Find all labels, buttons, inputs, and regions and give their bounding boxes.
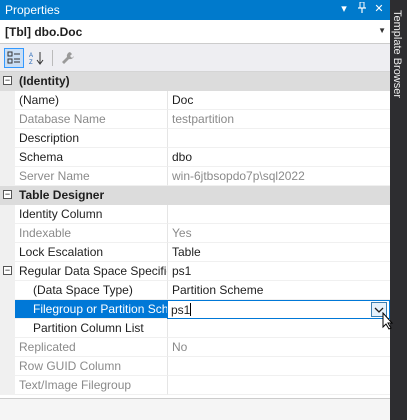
property-indexable-value: Yes xyxy=(167,224,390,243)
property-text-image-filegroup-label: Text/Image Filegroup xyxy=(15,376,167,395)
template-browser-label: Template Browser xyxy=(391,10,403,99)
chevron-down-icon[interactable]: ▼ xyxy=(378,26,386,35)
property-lock-escalation-value[interactable]: Table xyxy=(167,243,390,262)
property-row-partition-column-list[interactable]: Partition Column List xyxy=(0,319,390,338)
property-row-lock-escalation[interactable]: Lock Escalation Table xyxy=(0,243,390,262)
alphabetical-view-button[interactable]: A Z xyxy=(27,48,47,68)
property-identity-column-label: Identity Column xyxy=(15,205,167,224)
property-server-name-label: Server Name xyxy=(15,167,167,186)
properties-toolbar: A Z xyxy=(0,44,390,72)
property-regular-data-space-label: Regular Data Space Specificati xyxy=(15,262,167,281)
window-position-dropdown-icon[interactable]: ▾ xyxy=(337,2,351,15)
category-label: Table Designer xyxy=(19,188,105,202)
property-row-indexable[interactable]: Indexable Yes xyxy=(0,224,390,243)
property-row-database-name[interactable]: Database Name testpartition xyxy=(0,110,390,129)
properties-title-bar: Properties ▾ ✕ xyxy=(0,0,390,20)
property-replicated-label: Replicated xyxy=(15,338,167,357)
property-regular-data-space-value[interactable]: ps1 xyxy=(167,262,390,281)
property-partition-column-list-value[interactable] xyxy=(167,319,390,338)
property-name-value[interactable]: Doc xyxy=(167,91,390,110)
property-data-space-type-value[interactable]: Partition Scheme xyxy=(167,281,390,300)
categorized-view-button[interactable] xyxy=(4,48,24,68)
property-identity-column-value[interactable] xyxy=(167,205,390,224)
category-identity[interactable]: − (Identity) xyxy=(0,72,390,91)
property-row-guid-column-value xyxy=(167,357,390,376)
property-row-server-name[interactable]: Server Name win-6jtbsopdo7p\sql2022 xyxy=(0,167,390,186)
property-text-image-filegroup-value xyxy=(167,376,390,395)
property-name-label: (Name) xyxy=(15,91,167,110)
property-description-value[interactable] xyxy=(167,129,390,148)
property-indexable-label: Indexable xyxy=(15,224,167,243)
category-label: (Identity) xyxy=(19,74,70,88)
wrench-icon xyxy=(62,52,74,64)
property-row-data-space-type[interactable]: (Data Space Type) Partition Scheme xyxy=(0,281,390,300)
description-pane xyxy=(0,398,390,420)
collapse-icon[interactable]: − xyxy=(3,266,12,275)
toolbar-separator xyxy=(52,50,53,66)
property-row-description[interactable]: Description xyxy=(0,129,390,148)
property-pages-button[interactable] xyxy=(58,48,78,68)
close-icon[interactable]: ✕ xyxy=(372,2,386,15)
property-row-name[interactable]: (Name) Doc xyxy=(0,91,390,110)
collapse-icon[interactable]: − xyxy=(3,190,12,199)
property-row-filegroup-partition[interactable]: Filegroup or Partition Sch ps1 xyxy=(0,300,390,319)
property-row-guid-column-label: Row GUID Column xyxy=(15,357,167,376)
property-schema-label: Schema xyxy=(15,148,167,167)
property-row-regular-data-space[interactable]: − Regular Data Space Specificati ps1 xyxy=(0,262,390,281)
property-database-name-value: testpartition xyxy=(167,110,390,129)
filegroup-partition-input[interactable]: ps1 xyxy=(171,303,192,317)
object-selector-dropdown[interactable]: [Tbl] dbo.Doc ▼ xyxy=(0,20,390,44)
collapse-icon[interactable]: − xyxy=(3,76,12,85)
property-replicated-value: No xyxy=(167,338,390,357)
property-database-name-label: Database Name xyxy=(15,110,167,129)
property-row-text-image-filegroup[interactable]: Text/Image Filegroup xyxy=(0,376,390,395)
property-row-schema[interactable]: Schema dbo xyxy=(0,148,390,167)
property-schema-value[interactable]: dbo xyxy=(167,148,390,167)
category-table-designer[interactable]: − Table Designer xyxy=(0,186,390,205)
filegroup-partition-editor[interactable]: ps1 xyxy=(167,300,390,319)
property-partition-column-list-label: Partition Column List xyxy=(15,319,167,338)
pin-icon[interactable] xyxy=(355,1,369,17)
svg-text:A: A xyxy=(29,53,33,59)
property-filegroup-partition-label: Filegroup or Partition Sch xyxy=(15,300,167,319)
property-server-name-value: win-6jtbsopdo7p\sql2022 xyxy=(167,167,390,186)
property-description-label: Description xyxy=(15,129,167,148)
property-row-identity-column[interactable]: Identity Column xyxy=(0,205,390,224)
svg-text:Z: Z xyxy=(29,60,33,65)
template-browser-tab[interactable]: Template Browser xyxy=(390,0,407,420)
property-grid: − (Identity) (Name) Doc Database Name te… xyxy=(0,72,390,398)
window-title: Properties xyxy=(5,3,60,17)
property-row-row-guid-column[interactable]: Row GUID Column xyxy=(0,357,390,376)
mouse-cursor-icon xyxy=(382,311,394,333)
property-data-space-type-label: (Data Space Type) xyxy=(15,281,167,300)
property-lock-escalation-label: Lock Escalation xyxy=(15,243,167,262)
property-row-replicated[interactable]: Replicated No xyxy=(0,338,390,357)
categorized-icon xyxy=(7,51,20,64)
object-selector-text: [Tbl] dbo.Doc xyxy=(5,25,83,39)
sort-alphabetical-icon: A Z xyxy=(29,52,44,65)
